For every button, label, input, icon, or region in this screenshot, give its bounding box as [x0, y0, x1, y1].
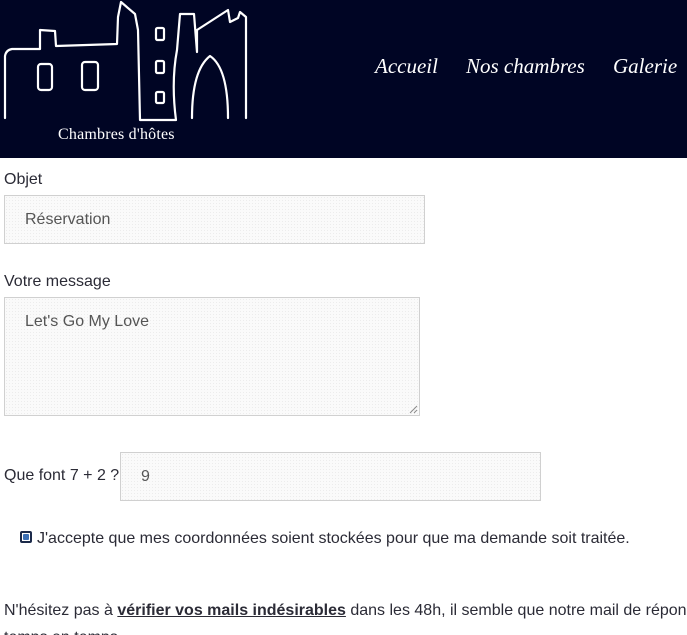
captcha-label: Que font 7 + 2 ?: [4, 467, 120, 484]
logo-text: Chambres d'hôtes: [58, 126, 175, 143]
notice-suffix: dans les 48h, il semble que notre mail d…: [345, 602, 687, 619]
message-label: Votre message: [4, 273, 111, 290]
objet-label: Objet: [4, 171, 43, 188]
spam-folder-link[interactable]: vérifier vos mails indésirables: [117, 602, 346, 619]
objet-input[interactable]: [4, 195, 425, 244]
site-header: Chambres d'hôtes Accueil Nos chambres Ga…: [0, 0, 687, 158]
nav-item-accueil[interactable]: Accueil: [375, 54, 438, 79]
consent-checkbox[interactable]: [20, 531, 32, 543]
message-textarea[interactable]: Let's Go My Love: [4, 297, 420, 416]
notice-line-2: temps en temps.: [4, 624, 687, 635]
notice-prefix: N'hésitez pas à: [4, 602, 118, 619]
main-nav: Accueil Nos chambres Galerie: [0, 54, 687, 82]
captcha-input[interactable]: [120, 452, 541, 501]
nav-item-galerie[interactable]: Galerie: [613, 54, 677, 79]
resize-grip-icon[interactable]: [408, 404, 418, 414]
nav-item-nos-chambres[interactable]: Nos chambres: [466, 54, 585, 79]
consent-text: J'accepte que mes coordonnées soient sto…: [37, 530, 630, 547]
notice-line-1: N'hésitez pas à vérifier vos mails indés…: [4, 597, 687, 624]
spam-notice: N'hésitez pas à vérifier vos mails indés…: [4, 597, 687, 635]
